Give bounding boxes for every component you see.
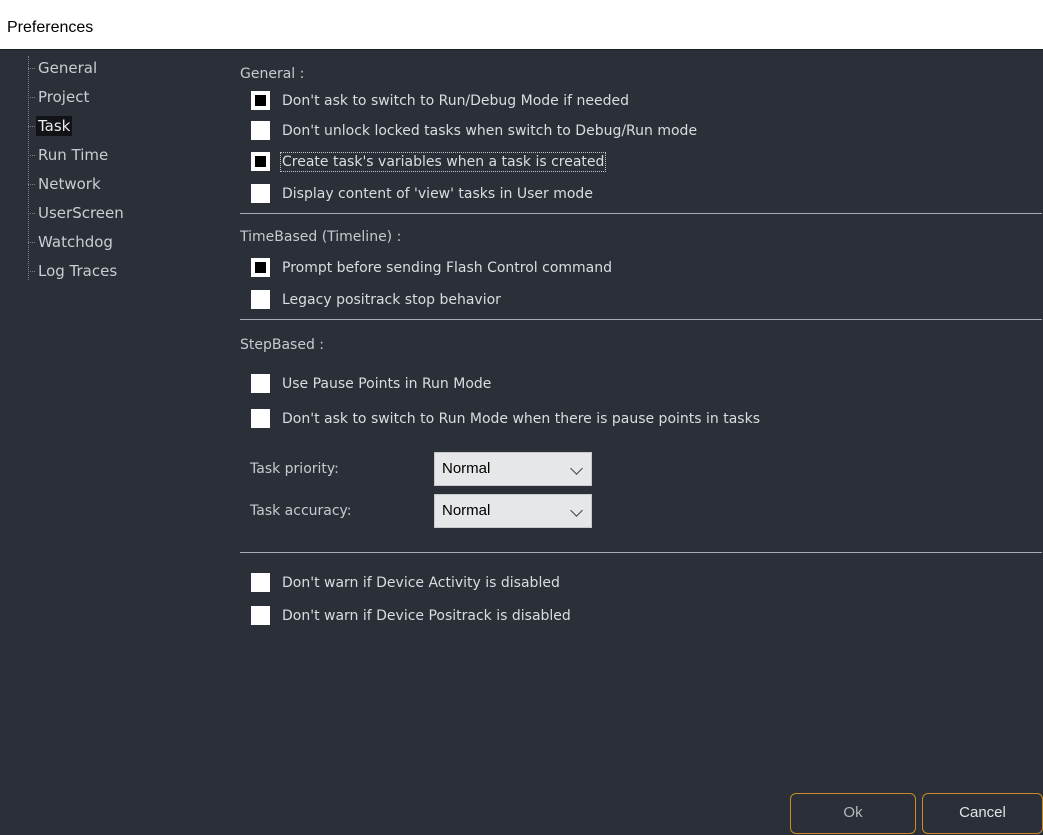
- chevron-down-icon: [570, 462, 583, 475]
- option-legacy-positrack-stop[interactable]: Legacy positrack stop behavior: [251, 289, 501, 311]
- option-use-pause-points[interactable]: Use Pause Points in Run Mode: [251, 373, 491, 395]
- section-divider: [240, 213, 1042, 214]
- option-label: Don't ask to switch to Run/Debug Mode if…: [282, 93, 629, 109]
- task-accuracy-select[interactable]: Normal: [434, 494, 592, 528]
- option-create-task-variables[interactable]: Create task's variables when a task is c…: [251, 151, 607, 173]
- timebased-section-heading: TimeBased (Timeline) :: [240, 229, 402, 245]
- cancel-button[interactable]: Cancel: [922, 793, 1043, 834]
- preferences-nav-tree: General Project Task Run Time Network Us…: [28, 56, 199, 280]
- title-bar: Preferences: [0, 0, 1043, 50]
- option-dont-ask-run-mode-pause-points[interactable]: Don't ask to switch to Run Mode when the…: [251, 408, 760, 430]
- option-label: Legacy positrack stop behavior: [282, 292, 501, 308]
- option-label: Display content of 'view' tasks in User …: [282, 186, 593, 202]
- checkbox[interactable]: [251, 120, 270, 140]
- nav-item-general[interactable]: General: [28, 56, 99, 80]
- option-label: Use Pause Points in Run Mode: [282, 376, 492, 392]
- checkbox[interactable]: [251, 289, 270, 309]
- option-label: Don't warn if Device Activity is disable…: [282, 575, 560, 591]
- stepbased-section-heading: StepBased :: [240, 337, 325, 353]
- section-divider: [240, 552, 1042, 553]
- option-dont-warn-device-positrack[interactable]: Don't warn if Device Positrack is disabl…: [251, 605, 571, 627]
- general-section-heading: General :: [240, 66, 305, 82]
- nav-item-userscreen[interactable]: UserScreen: [28, 201, 126, 225]
- option-label: Don't ask to switch to Run Mode when the…: [282, 411, 760, 427]
- option-label: Don't unlock locked tasks when switch to…: [282, 123, 698, 139]
- section-divider: [240, 319, 1042, 320]
- checkbox[interactable]: [251, 605, 270, 625]
- option-dont-warn-device-activity[interactable]: Don't warn if Device Activity is disable…: [251, 572, 560, 594]
- nav-item-log-traces[interactable]: Log Traces: [28, 259, 119, 283]
- checkbox[interactable]: [251, 257, 270, 277]
- option-dont-ask-switch-run-debug[interactable]: Don't ask to switch to Run/Debug Mode if…: [251, 90, 629, 112]
- nav-item-task[interactable]: Task: [28, 114, 73, 138]
- nav-item-project[interactable]: Project: [28, 85, 91, 109]
- task-accuracy-value: Normal: [442, 502, 491, 519]
- option-display-view-tasks[interactable]: Display content of 'view' tasks in User …: [251, 183, 593, 205]
- task-priority-label: Task priority:: [250, 461, 339, 477]
- nav-item-network[interactable]: Network: [28, 172, 103, 196]
- checkbox[interactable]: [251, 183, 270, 203]
- task-priority-value: Normal: [442, 460, 491, 477]
- checkbox[interactable]: [251, 151, 270, 171]
- nav-item-watchdog[interactable]: Watchdog: [28, 230, 115, 254]
- chevron-down-icon: [570, 504, 583, 517]
- task-priority-select[interactable]: Normal: [434, 452, 592, 486]
- option-label: Create task's variables when a task is c…: [279, 152, 607, 172]
- ok-button[interactable]: Ok: [790, 793, 916, 834]
- checkbox[interactable]: [251, 90, 270, 110]
- window-title: Preferences: [7, 19, 94, 36]
- option-dont-unlock-locked-tasks[interactable]: Don't unlock locked tasks when switch to…: [251, 120, 697, 142]
- nav-item-run-time[interactable]: Run Time: [28, 143, 110, 167]
- option-label: Prompt before sending Flash Control comm…: [282, 260, 613, 276]
- checkbox[interactable]: [251, 408, 270, 428]
- option-label: Don't warn if Device Positrack is disabl…: [282, 608, 571, 624]
- checkbox[interactable]: [251, 373, 270, 393]
- task-accuracy-label: Task accuracy:: [250, 503, 352, 519]
- checkbox[interactable]: [251, 572, 270, 592]
- option-prompt-flash-control[interactable]: Prompt before sending Flash Control comm…: [251, 257, 612, 279]
